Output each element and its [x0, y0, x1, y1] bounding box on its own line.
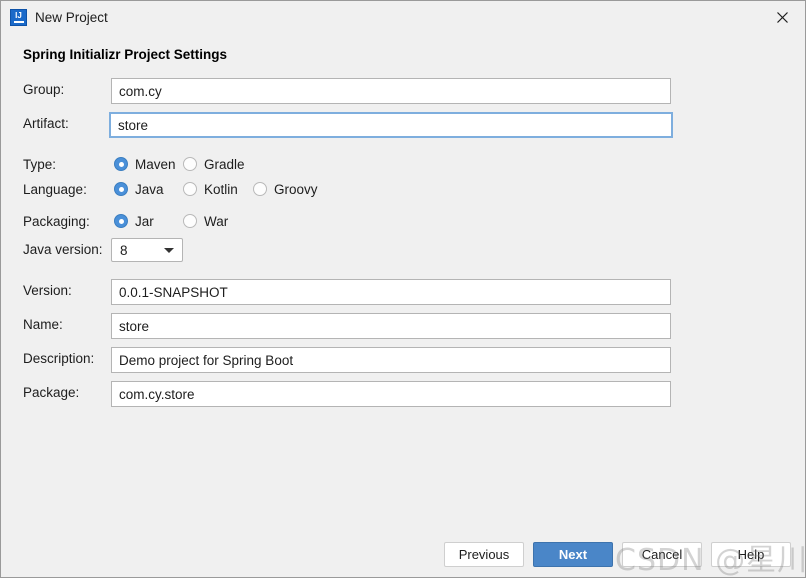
name-label: Name: [23, 317, 63, 332]
radio-mark-icon [114, 157, 128, 171]
java-version-dropdown[interactable]: 8 [111, 238, 183, 262]
radio-type-maven[interactable]: Maven [114, 153, 176, 175]
radio-language-java[interactable]: Java [114, 178, 164, 200]
new-project-dialog: IJ New Project Spring Initializr Project… [0, 0, 806, 578]
radio-language-groovy-label: Groovy [274, 181, 318, 197]
radio-language-kotlin-label: Kotlin [204, 181, 238, 197]
cancel-button[interactable]: Cancel [622, 542, 702, 567]
radio-mark-icon [183, 182, 197, 196]
radio-mark-icon [253, 182, 267, 196]
radio-language-groovy[interactable]: Groovy [253, 178, 318, 200]
form-row-artifact: Artifact: store [1, 112, 805, 138]
radio-mark-icon [183, 157, 197, 171]
radio-type-gradle[interactable]: Gradle [183, 153, 245, 175]
radio-mark-icon [114, 214, 128, 228]
artifact-label: Artifact: [23, 116, 69, 131]
window-title: New Project [35, 10, 108, 25]
artifact-input[interactable]: store [109, 112, 673, 138]
radio-mark-icon [114, 182, 128, 196]
group-label: Group: [23, 82, 65, 97]
java-version-value: 8 [120, 242, 128, 258]
version-label: Version: [23, 283, 72, 298]
radio-language-kotlin[interactable]: Kotlin [183, 178, 238, 200]
help-button[interactable]: Help [711, 542, 791, 567]
package-label: Package: [23, 385, 80, 400]
radio-packaging-jar[interactable]: Jar [114, 210, 154, 232]
radio-type-gradle-label: Gradle [204, 156, 245, 172]
radio-packaging-jar-label: Jar [135, 213, 154, 229]
title-bar: IJ New Project [1, 1, 805, 34]
intellij-idea-icon: IJ [10, 9, 27, 26]
name-input[interactable]: store [111, 313, 671, 339]
form-row-name: Name: store [1, 313, 805, 339]
description-input[interactable]: Demo project for Spring Boot [111, 347, 671, 373]
radio-language-java-label: Java [135, 181, 164, 197]
section-header: Spring Initializr Project Settings [23, 47, 228, 62]
form-row-description: Description: Demo project for Spring Boo… [1, 347, 805, 373]
previous-button[interactable]: Previous [444, 542, 524, 567]
radio-packaging-war-label: War [204, 213, 229, 229]
app-icon-underline [13, 21, 24, 23]
version-input[interactable]: 0.0.1-SNAPSHOT [111, 279, 671, 305]
close-button[interactable] [760, 1, 805, 33]
next-button[interactable]: Next [533, 542, 613, 567]
type-radio-group: Maven Gradle [1, 153, 805, 175]
language-radio-group: Java Kotlin Groovy [1, 178, 805, 200]
package-input[interactable]: com.cy.store [111, 381, 671, 407]
radio-mark-icon [183, 214, 197, 228]
radio-type-maven-label: Maven [135, 156, 176, 172]
radio-packaging-war[interactable]: War [183, 210, 228, 232]
close-icon [777, 11, 788, 23]
app-icon-text: IJ [15, 11, 22, 20]
java-version-label: Java version: [23, 242, 103, 257]
group-input[interactable]: com.cy [111, 78, 671, 104]
form-row-group: Group: com.cy [1, 78, 805, 104]
form-row-version: Version: 0.0.1-SNAPSHOT [1, 279, 805, 305]
description-label: Description: [23, 351, 95, 366]
form-row-package: Package: com.cy.store [1, 381, 805, 407]
form-row-java-version: Java version: 8 [1, 238, 805, 264]
packaging-radio-group: Jar War [1, 210, 805, 232]
chevron-down-icon [164, 248, 174, 253]
